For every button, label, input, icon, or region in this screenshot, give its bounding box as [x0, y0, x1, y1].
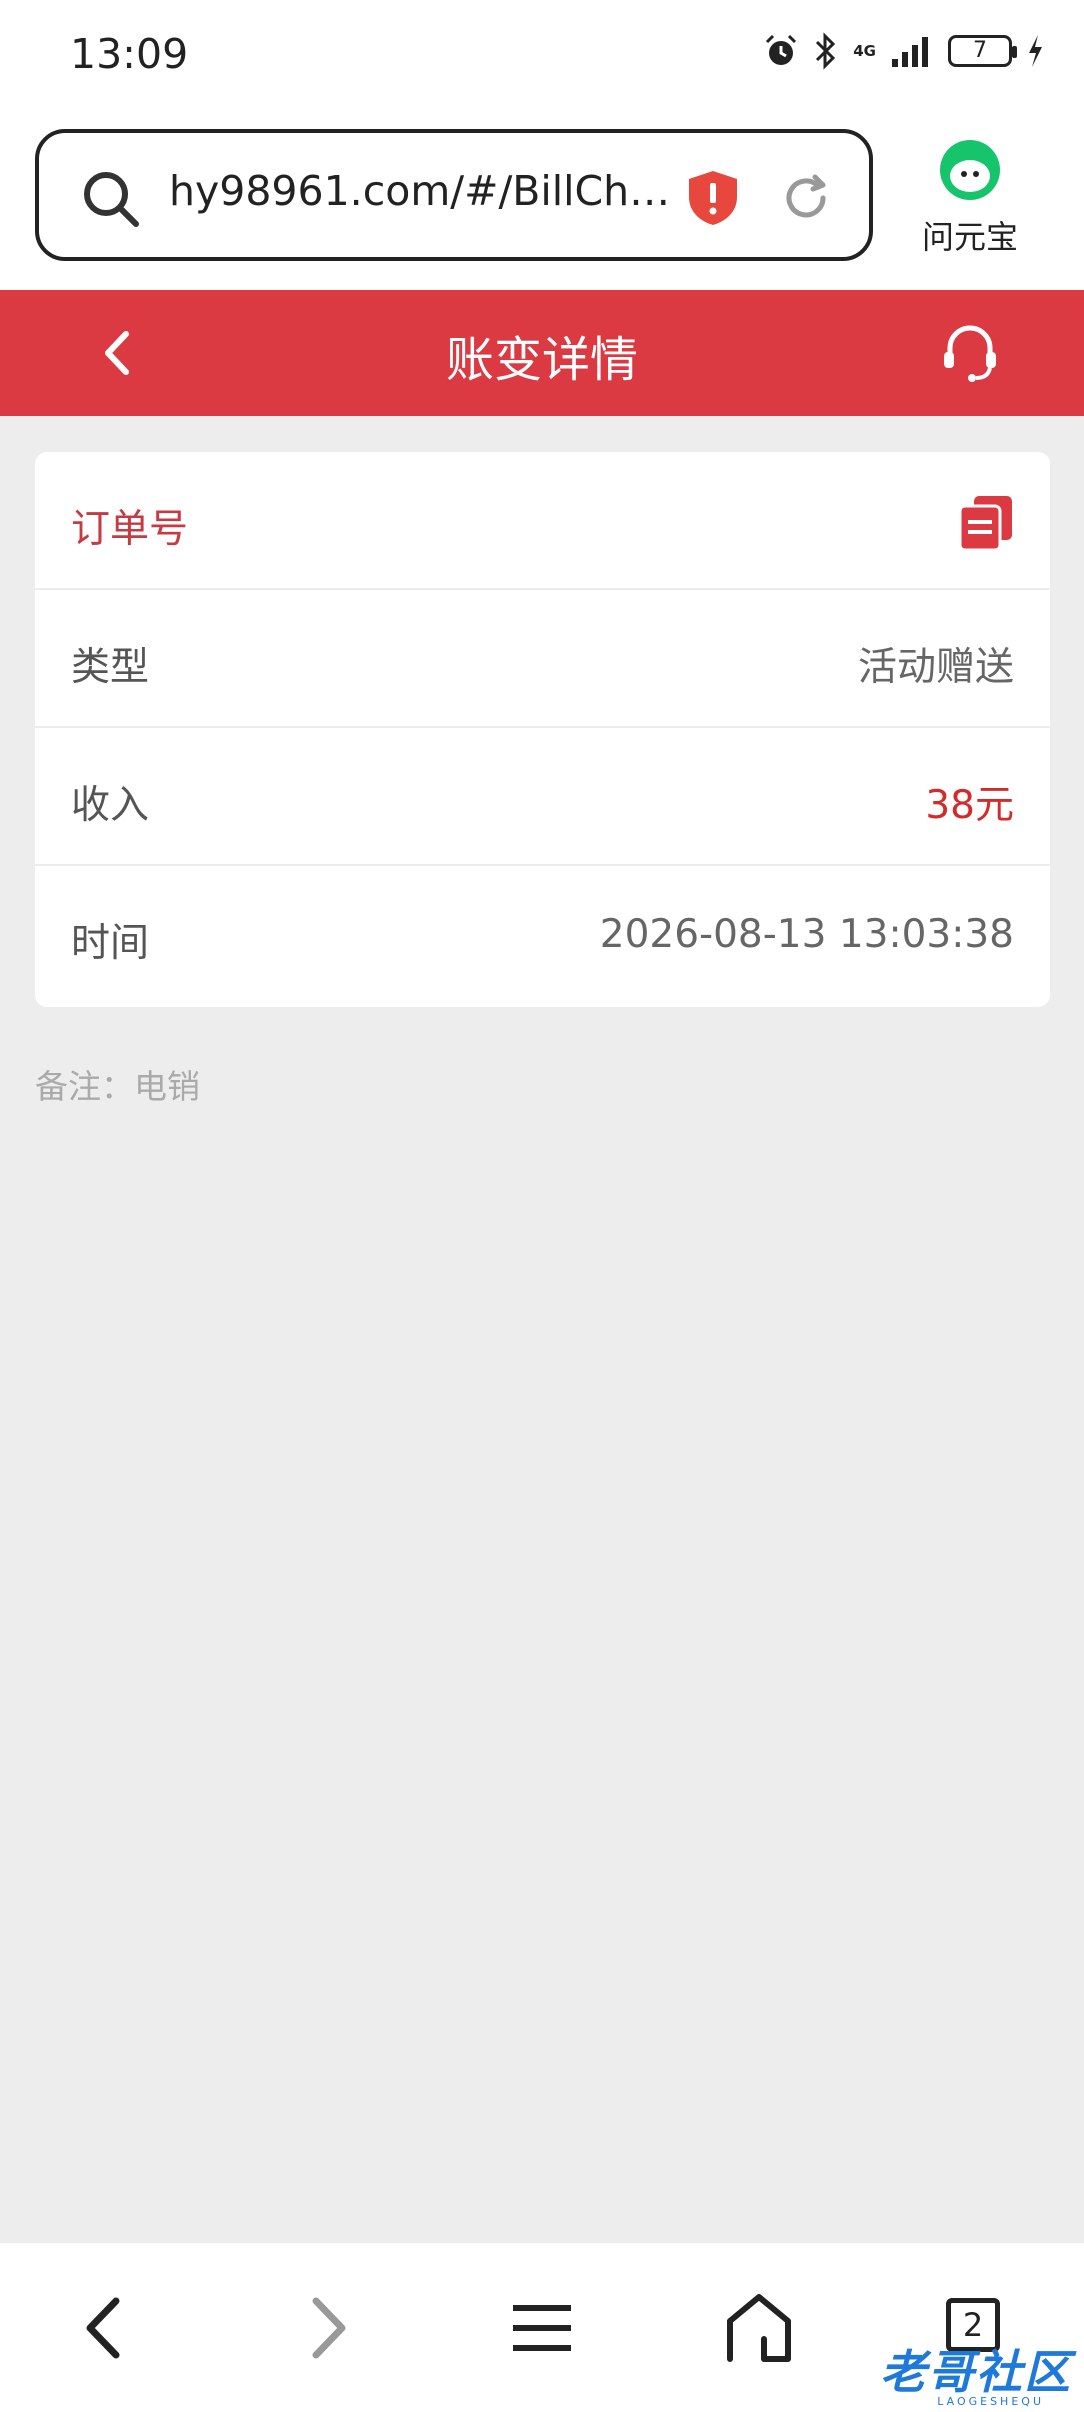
time-label: 时间	[71, 921, 150, 966]
copy-icon[interactable]	[956, 492, 1016, 552]
bluetooth-icon	[816, 32, 836, 70]
assistant-label: 问元宝	[921, 218, 1018, 256]
order-number-label: 订单号	[71, 507, 189, 552]
page-header: 账变详情	[0, 290, 1084, 416]
assistant-logo-icon	[940, 140, 1000, 200]
page-title: 账变详情	[445, 332, 638, 388]
order-number-row: 订单号	[35, 452, 1050, 590]
type-value: 活动赠送	[857, 645, 1014, 690]
income-value: 38元	[925, 783, 1014, 828]
nav-forward-icon[interactable]	[282, 2283, 372, 2373]
remark-text: 备注：电销	[35, 1067, 200, 1106]
search-icon	[84, 172, 139, 227]
nav-menu-icon[interactable]	[497, 2283, 587, 2373]
browser-toolbar: hy98961.com/#/BillCh… 问元宝	[0, 116, 1084, 290]
time-value: 2026-08-13 13:03:38	[599, 912, 1014, 957]
network-type-label: 4G	[853, 42, 876, 60]
battery-level: 7	[973, 38, 987, 63]
security-shield-icon[interactable]	[687, 169, 739, 227]
assistant-button[interactable]: 问元宝	[905, 138, 1035, 258]
customer-service-icon[interactable]	[938, 320, 1002, 384]
type-label: 类型	[71, 645, 150, 690]
nav-home-icon[interactable]	[714, 2283, 804, 2373]
watermark-subtext: LAOGESHEQU	[937, 2395, 1044, 2408]
type-row: 类型 活动赠送	[35, 590, 1050, 728]
charging-icon	[1029, 35, 1042, 67]
browser-bottom-nav: 2 老哥社区 LAOGESHEQU	[0, 2243, 1084, 2412]
watermark-logo: 老哥社区	[880, 2345, 1072, 2399]
status-icons: 4G 7	[763, 32, 1044, 70]
bill-detail-card: 订单号 类型 活动赠送 收入 38元 时间 2026-08-13 13:03:3…	[35, 452, 1050, 1007]
status-time: 13:09	[70, 30, 189, 78]
refresh-icon[interactable]	[779, 171, 833, 225]
address-bar[interactable]: hy98961.com/#/BillCh…	[35, 129, 873, 261]
nav-back-icon[interactable]	[60, 2283, 150, 2373]
income-row: 收入 38元	[35, 728, 1050, 866]
signal-icon	[892, 37, 928, 67]
status-bar: 13:09 4G 7	[0, 0, 1084, 116]
battery-icon: 7	[948, 35, 1017, 67]
alarm-icon	[766, 34, 797, 65]
time-row: 时间 2026-08-13 13:03:38	[35, 866, 1050, 1004]
url-text[interactable]: hy98961.com/#/BillCh…	[169, 167, 670, 215]
income-label: 收入	[71, 783, 150, 828]
